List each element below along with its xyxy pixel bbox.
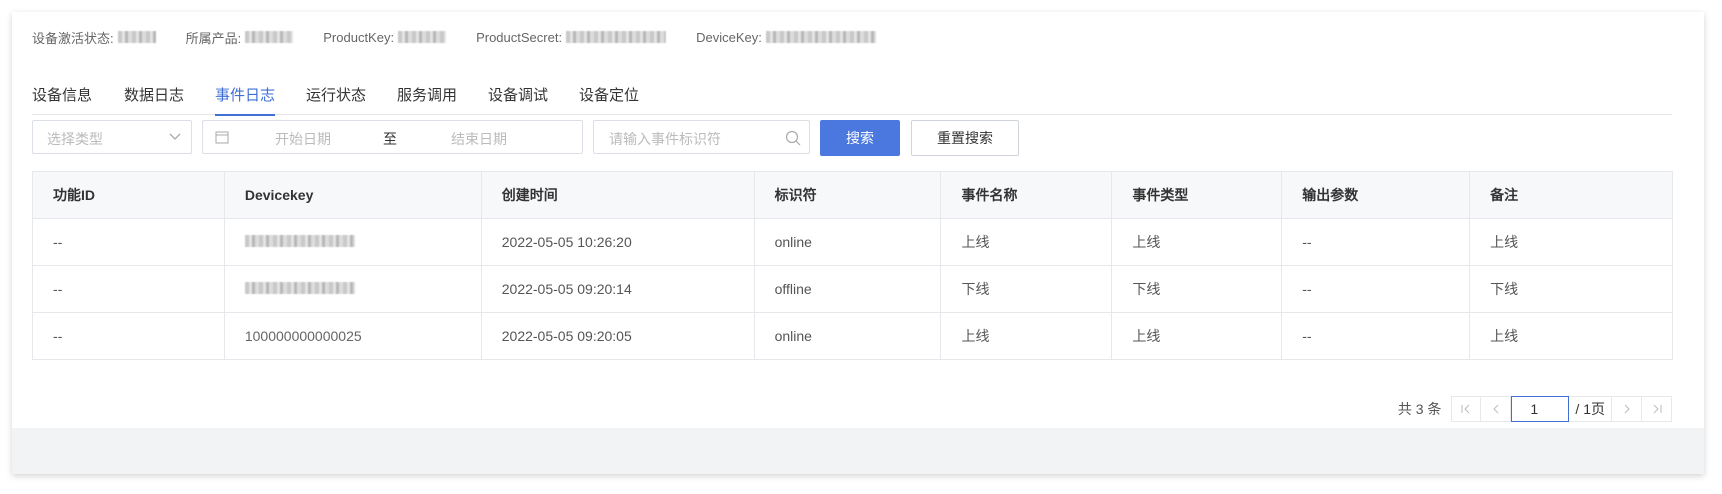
chevron-down-icon — [169, 133, 181, 140]
tab-device-debug[interactable]: 设备调试 — [488, 84, 548, 114]
header-devicekey: Devicekey — [223, 171, 482, 219]
cell-event-name: 下线 — [940, 265, 1113, 313]
type-select-placeholder: 选择类型 — [47, 131, 103, 147]
chevron-left-icon — [1493, 404, 1499, 414]
table-header-row: 功能ID Devicekey 创建时间 标识符 事件名称 事件类型 输出参数 备… — [32, 171, 1673, 219]
cell-event-name: 上线 — [940, 218, 1113, 266]
status-label: 设备激活状态: — [32, 30, 114, 46]
product-info: 所属产品: — [186, 28, 294, 47]
type-select[interactable]: 选择类型 — [32, 120, 192, 154]
range-separator: 至 — [383, 131, 397, 147]
total-pages: / 1页 — [1569, 396, 1612, 422]
devicekey-redacted — [244, 282, 355, 294]
table-row: -- 2022-05-05 09:20:14 offline 下线 下线 -- … — [32, 265, 1673, 313]
chevron-right-icon — [1624, 404, 1630, 414]
table-row: -- 100000000000025 2022-05-05 09:20:05 o… — [32, 312, 1673, 360]
header-remark: 备注 — [1469, 171, 1673, 219]
status-value-redacted — [117, 31, 156, 43]
header-output-params: 输出参数 — [1281, 171, 1471, 219]
product-label: 所属产品: — [185, 30, 242, 46]
header-identifier: 标识符 — [753, 171, 942, 219]
cell-remark: 上线 — [1469, 312, 1673, 360]
next-page-button[interactable] — [1612, 396, 1642, 422]
total-count: 共 3 条 — [1397, 401, 1442, 417]
cell-event-type: 上线 — [1111, 312, 1283, 360]
cell-event-type: 下线 — [1111, 265, 1283, 313]
first-page-icon — [1461, 404, 1470, 414]
cell-function-id: -- — [32, 312, 225, 360]
cell-output-params: -- — [1281, 312, 1471, 360]
cell-event-name: 上线 — [940, 312, 1113, 360]
cell-identifier: online — [753, 312, 942, 360]
event-search-input[interactable]: 请输入事件标识符 — [593, 120, 810, 154]
tab-service-call[interactable]: 服务调用 — [397, 84, 457, 114]
cell-identifier: online — [753, 218, 942, 266]
devicekey-value-redacted — [765, 31, 876, 43]
productkey-value-redacted — [398, 31, 447, 43]
productsecret-info: ProductSecret: — [476, 29, 667, 45]
prev-page-button[interactable] — [1481, 396, 1512, 422]
tab-event-log[interactable]: 事件日志 — [215, 84, 276, 116]
search-icon — [785, 130, 801, 146]
page-number-input[interactable]: 1 — [1511, 396, 1570, 422]
page-frame: 设备激活状态: 所属产品: ProductKey: ProductSecret:… — [12, 12, 1704, 474]
tab-device-info[interactable]: 设备信息 — [32, 84, 92, 114]
reset-search-button[interactable]: 重置搜索 — [911, 120, 1019, 156]
devicekey-redacted — [244, 235, 355, 247]
cell-event-type: 上线 — [1111, 218, 1283, 266]
content-panel: 设备激活状态: 所属产品: ProductKey: ProductSecret:… — [12, 12, 1704, 428]
table-row: -- 2022-05-05 10:26:20 online 上线 上线 -- 上… — [32, 218, 1673, 266]
header-function-id: 功能ID — [32, 171, 225, 219]
activation-status: 设备激活状态: — [32, 28, 156, 47]
productsecret-value-redacted — [566, 31, 667, 43]
event-log-table: 功能ID Devicekey 创建时间 标识符 事件名称 事件类型 输出参数 备… — [32, 171, 1673, 360]
date-range-picker[interactable]: 开始日期 至 结束日期 — [202, 120, 583, 154]
header-created-time: 创建时间 — [480, 171, 755, 219]
last-page-icon — [1653, 404, 1661, 414]
event-search-placeholder: 请输入事件标识符 — [609, 131, 721, 147]
end-date-input[interactable]: 结束日期 — [451, 129, 507, 149]
productsecret-label: ProductSecret: — [476, 29, 563, 45]
productkey-info: ProductKey: — [323, 29, 447, 45]
cell-created-time: 2022-05-05 10:26:20 — [480, 218, 755, 266]
first-page-button[interactable] — [1451, 396, 1482, 422]
start-date-input[interactable]: 开始日期 — [275, 129, 331, 149]
search-button[interactable]: 搜索 — [820, 120, 900, 156]
cell-remark: 下线 — [1469, 265, 1673, 313]
devicekey-label: DeviceKey: — [696, 29, 762, 45]
product-value-redacted — [245, 31, 294, 43]
cell-created-time: 2022-05-05 09:20:05 — [480, 312, 755, 360]
pagination: 共 3 条 1 / 1页 — [1398, 396, 1672, 422]
header-event-type: 事件类型 — [1111, 171, 1283, 219]
productkey-label: ProductKey: — [323, 29, 395, 45]
devicekey-info: DeviceKey: — [696, 30, 876, 45]
cell-identifier: offline — [753, 265, 942, 313]
cell-devicekey — [223, 218, 482, 266]
cell-devicekey: 100000000000025 — [223, 312, 482, 360]
header-event-name: 事件名称 — [940, 171, 1113, 219]
cell-function-id: -- — [32, 218, 225, 266]
tab-device-location[interactable]: 设备定位 — [579, 84, 639, 114]
last-page-button[interactable] — [1642, 396, 1672, 422]
cell-remark: 上线 — [1469, 218, 1673, 266]
calendar-icon — [215, 131, 229, 144]
cell-function-id: -- — [32, 265, 225, 313]
cell-created-time: 2022-05-05 09:20:14 — [480, 265, 755, 313]
cell-devicekey — [223, 265, 482, 313]
tab-data-log[interactable]: 数据日志 — [124, 84, 184, 114]
tab-run-status[interactable]: 运行状态 — [306, 84, 366, 114]
device-info-bar: 设备激活状态: 所属产品: ProductKey: ProductSecret:… — [32, 26, 906, 48]
tab-bar: 设备信息 数据日志 事件日志 运行状态 服务调用 设备调试 设备定位 — [32, 72, 1672, 116]
cell-output-params: -- — [1281, 265, 1471, 313]
cell-output-params: -- — [1281, 218, 1471, 266]
